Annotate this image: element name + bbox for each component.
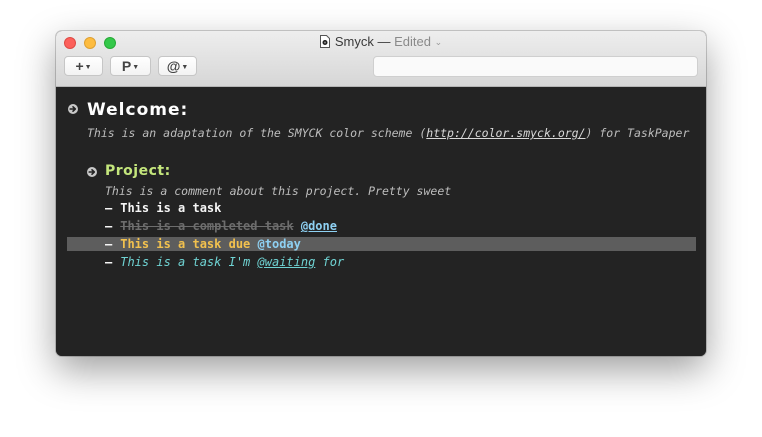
document-editor[interactable]: Welcome: This is an adaptation of the SM… xyxy=(56,87,706,356)
search-field[interactable] xyxy=(373,56,698,77)
task-text: This is a task xyxy=(120,201,222,215)
chevron-down-icon: ⌄ xyxy=(434,37,443,47)
projects-menu-label: P xyxy=(121,58,132,74)
heading-project-welcome: Welcome: xyxy=(87,100,189,120)
project-title: Project: xyxy=(105,163,171,179)
arrow-circle-icon[interactable] xyxy=(87,167,97,177)
task-item-done[interactable]: – This is a completed task @done xyxy=(105,219,337,233)
task-dash: – xyxy=(105,201,113,215)
add-item-button[interactable]: +▼ xyxy=(64,56,103,76)
projects-menu-button[interactable]: P▼ xyxy=(110,56,151,76)
task-item-waiting[interactable]: – This is a task I'm @waiting for xyxy=(105,255,344,269)
dropdown-caret-icon: ▼ xyxy=(84,64,92,71)
tag-done[interactable]: @done xyxy=(301,219,337,233)
task-dash: – xyxy=(105,237,113,251)
tag-waiting[interactable]: @waiting xyxy=(258,255,316,269)
dropdown-caret-icon: ▼ xyxy=(181,64,189,71)
task-text: This is a task due xyxy=(120,237,251,251)
app-window: Smyck — Edited ⌄ +▼ P▼ @▼ Welcome: This … xyxy=(56,31,706,356)
window-title-text: Smyck xyxy=(334,34,374,49)
tag-today[interactable]: @today xyxy=(258,237,301,251)
scheme-link[interactable]: http://color.smyck.org/ xyxy=(426,126,585,140)
task-dash: – xyxy=(105,219,113,233)
window-title[interactable]: Smyck — Edited ⌄ xyxy=(56,34,706,49)
tags-menu-button[interactable]: @▼ xyxy=(158,56,197,76)
task-dash: – xyxy=(105,255,113,269)
document-icon xyxy=(319,35,330,48)
dropdown-caret-icon: ▼ xyxy=(132,64,140,71)
arrow-circle-icon[interactable] xyxy=(68,104,78,114)
task-text: This is a task I'm xyxy=(120,255,251,269)
edited-status: Edited xyxy=(394,34,431,49)
task-item[interactable]: – This is a task xyxy=(105,201,221,215)
plus-icon: + xyxy=(75,58,84,74)
project-note: This is a comment about this project. Pr… xyxy=(105,184,452,198)
task-text: This is a completed task xyxy=(120,219,294,233)
title-separator: — xyxy=(377,34,391,49)
task-item-today[interactable]: – This is a task due @today xyxy=(105,237,301,251)
note-text: This is an adaptation of the SMYCK color… xyxy=(87,126,427,140)
note-text: ) for TaskPaper xyxy=(585,126,690,140)
task-text-after: for xyxy=(322,255,345,269)
title-bar: Smyck — Edited ⌄ +▼ P▼ @▼ xyxy=(56,31,706,87)
heading-note: This is an adaptation of the SMYCK color… xyxy=(87,126,689,140)
tags-menu-label: @ xyxy=(166,58,181,74)
